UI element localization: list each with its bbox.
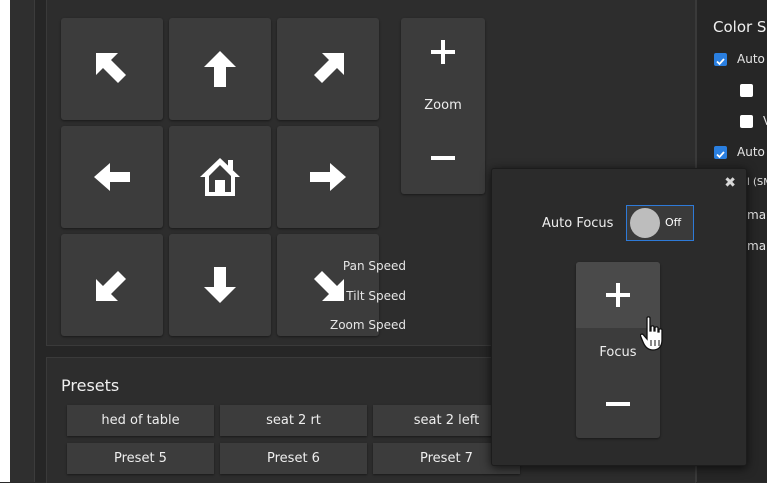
camera-control-page: Zoom Pan Speed Tilt Speed Zoom Speed Col…	[0, 0, 767, 483]
arrow-up-icon	[204, 51, 236, 87]
option-checkbox-2[interactable]	[740, 84, 753, 97]
toggle-knob	[630, 208, 660, 238]
pan-down-left-button[interactable]	[61, 234, 163, 336]
checkmark-icon	[716, 58, 725, 66]
focus-popup: ✖ Auto Focus Off Focus	[491, 168, 747, 466]
hand-pointer-icon	[639, 316, 666, 356]
pan-right-button[interactable]	[277, 126, 379, 228]
arrow-down-left-icon	[96, 271, 126, 301]
pan-up-left-button[interactable]	[61, 18, 163, 120]
zoom-out-button[interactable]	[401, 128, 485, 188]
plus-icon	[431, 40, 455, 64]
zoom-control: Zoom	[401, 18, 485, 194]
preset-button-6[interactable]: Preset 6	[220, 443, 367, 474]
preset-button-2[interactable]: seat 2 rt	[220, 405, 367, 436]
tilt-speed-label: Tilt Speed	[346, 289, 406, 303]
plus-icon	[606, 283, 630, 307]
home-icon	[200, 158, 240, 196]
partial-label-3: ma	[747, 239, 767, 253]
home-button[interactable]	[169, 126, 271, 228]
auto-checkbox-4[interactable]	[714, 146, 727, 159]
tilt-down-button[interactable]	[169, 234, 271, 336]
partial-label-1: l (SM	[747, 177, 767, 188]
zoom-in-button[interactable]	[401, 22, 485, 82]
checkmark-icon	[716, 151, 725, 159]
option-checkbox-3[interactable]	[740, 115, 753, 128]
arrow-up-right-icon	[314, 53, 344, 83]
arrow-left-icon	[94, 163, 130, 191]
pan-speed-label: Pan Speed	[342, 259, 406, 273]
preset-button-1[interactable]: hed of table	[67, 405, 214, 436]
option-checkbox-3-label: V	[763, 114, 767, 128]
auto-focus-label: Auto Focus	[542, 216, 614, 231]
close-icon[interactable]: ✖	[724, 175, 736, 191]
left-sidebar	[10, 0, 35, 482]
auto-checkbox-1[interactable]	[714, 53, 727, 66]
color-settings-title: Color S	[713, 18, 767, 36]
partial-label-2: ma	[747, 208, 767, 222]
auto-checkbox-1-label: Auto	[737, 52, 765, 66]
arrow-up-left-icon	[96, 53, 126, 83]
zoom-label: Zoom	[424, 98, 462, 113]
tilt-up-button[interactable]	[169, 18, 271, 120]
minus-icon	[431, 156, 455, 160]
presets-title: Presets	[61, 376, 120, 395]
auto-focus-state: Off	[665, 216, 682, 229]
minus-icon	[606, 402, 630, 406]
pan-up-right-button[interactable]	[277, 18, 379, 120]
focus-far-button[interactable]	[576, 374, 660, 434]
left-edge	[0, 0, 10, 482]
arrow-right-icon	[310, 163, 346, 191]
arrow-down-icon	[204, 267, 236, 303]
pan-left-button[interactable]	[61, 126, 163, 228]
preset-button-5[interactable]: Preset 5	[67, 443, 214, 474]
zoom-speed-label: Zoom Speed	[329, 318, 406, 332]
auto-checkbox-4-label: Auto	[737, 145, 765, 159]
auto-focus-toggle[interactable]: Off	[626, 205, 694, 241]
